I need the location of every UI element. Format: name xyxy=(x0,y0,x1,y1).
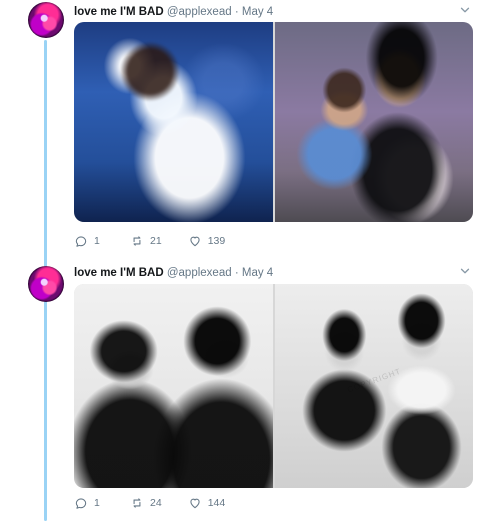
reply-icon xyxy=(75,498,87,509)
handle[interactable]: @applexead xyxy=(167,267,232,279)
chevron-down-icon[interactable] xyxy=(458,264,472,278)
reply-count: 1 xyxy=(94,235,100,247)
like-count: 139 xyxy=(207,235,226,247)
timeline: love me I'M BAD @applexead · May 4 1 21 … xyxy=(0,0,500,521)
heart-icon xyxy=(190,498,200,509)
retweet-count: 24 xyxy=(150,497,162,509)
tweet-photo[interactable]: COPYRIGHT xyxy=(274,284,473,488)
avatar[interactable] xyxy=(28,266,64,302)
retweet-icon xyxy=(133,498,141,508)
tweet-header: love me I'M BAD @applexead · May 4 xyxy=(74,4,273,20)
display-name[interactable]: love me I'M BAD xyxy=(74,6,164,18)
tweet-actions: 1 24 144 xyxy=(74,495,225,511)
reply-icon xyxy=(75,236,87,247)
display-name[interactable]: love me I'M BAD xyxy=(74,267,164,279)
chevron-down-icon[interactable] xyxy=(458,3,472,17)
retweet-button[interactable]: 21 xyxy=(130,233,162,249)
like-button[interactable]: 144 xyxy=(188,495,226,511)
media-grid[interactable]: COPYRIGHT xyxy=(74,284,473,488)
tweet-photo[interactable] xyxy=(74,22,273,222)
tweet[interactable]: love me I'M BAD @applexead · May 4 COPYR… xyxy=(0,262,500,521)
retweet-icon xyxy=(133,236,141,246)
tweet[interactable]: love me I'M BAD @applexead · May 4 1 21 … xyxy=(0,0,500,262)
tweet-header: love me I'M BAD @applexead · May 4 xyxy=(74,265,273,281)
reply-button[interactable]: 1 xyxy=(74,495,104,511)
separator: · xyxy=(234,267,239,279)
reply-button[interactable]: 1 xyxy=(74,233,104,249)
tweet-actions: 1 21 139 xyxy=(74,233,225,249)
media-grid[interactable] xyxy=(74,22,473,222)
avatar[interactable] xyxy=(28,2,64,38)
handle[interactable]: @applexead xyxy=(167,6,232,18)
reply-count: 1 xyxy=(94,497,100,509)
retweet-button[interactable]: 24 xyxy=(130,495,162,511)
retweet-count: 21 xyxy=(150,235,162,247)
tweet-date[interactable]: May 4 xyxy=(242,267,273,279)
separator: · xyxy=(234,6,239,18)
photo-watermark: COPYRIGHT xyxy=(345,366,402,395)
tweet-photo[interactable] xyxy=(74,284,273,488)
tweet-photo[interactable] xyxy=(274,22,473,222)
like-button[interactable]: 139 xyxy=(188,233,226,249)
like-count: 144 xyxy=(207,497,226,509)
tweet-date[interactable]: May 4 xyxy=(242,6,273,18)
heart-icon xyxy=(190,236,200,247)
